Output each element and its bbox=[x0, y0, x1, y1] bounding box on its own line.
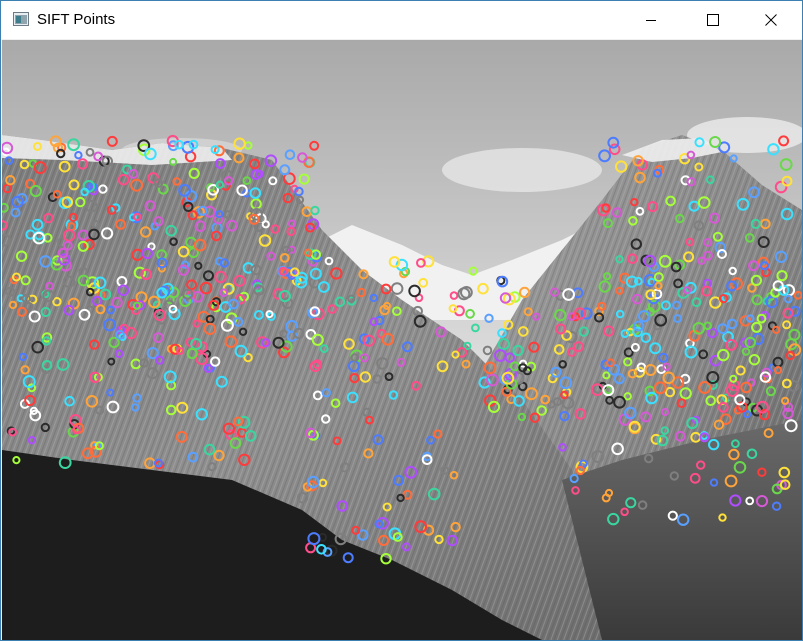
app-window-icon bbox=[13, 12, 29, 26]
app-window: SIFT Points bbox=[0, 0, 803, 641]
cloud bbox=[442, 148, 602, 192]
maximize-button[interactable] bbox=[690, 1, 736, 39]
close-icon bbox=[765, 14, 777, 26]
maximize-icon bbox=[707, 14, 719, 26]
sift-keypoints-image bbox=[2, 40, 802, 640]
window-title: SIFT Points bbox=[37, 11, 116, 28]
minimize-button[interactable] bbox=[628, 1, 674, 39]
close-button[interactable] bbox=[748, 1, 794, 39]
image-view bbox=[2, 40, 802, 640]
minimize-icon bbox=[646, 20, 656, 21]
title-bar[interactable]: SIFT Points bbox=[1, 1, 802, 39]
